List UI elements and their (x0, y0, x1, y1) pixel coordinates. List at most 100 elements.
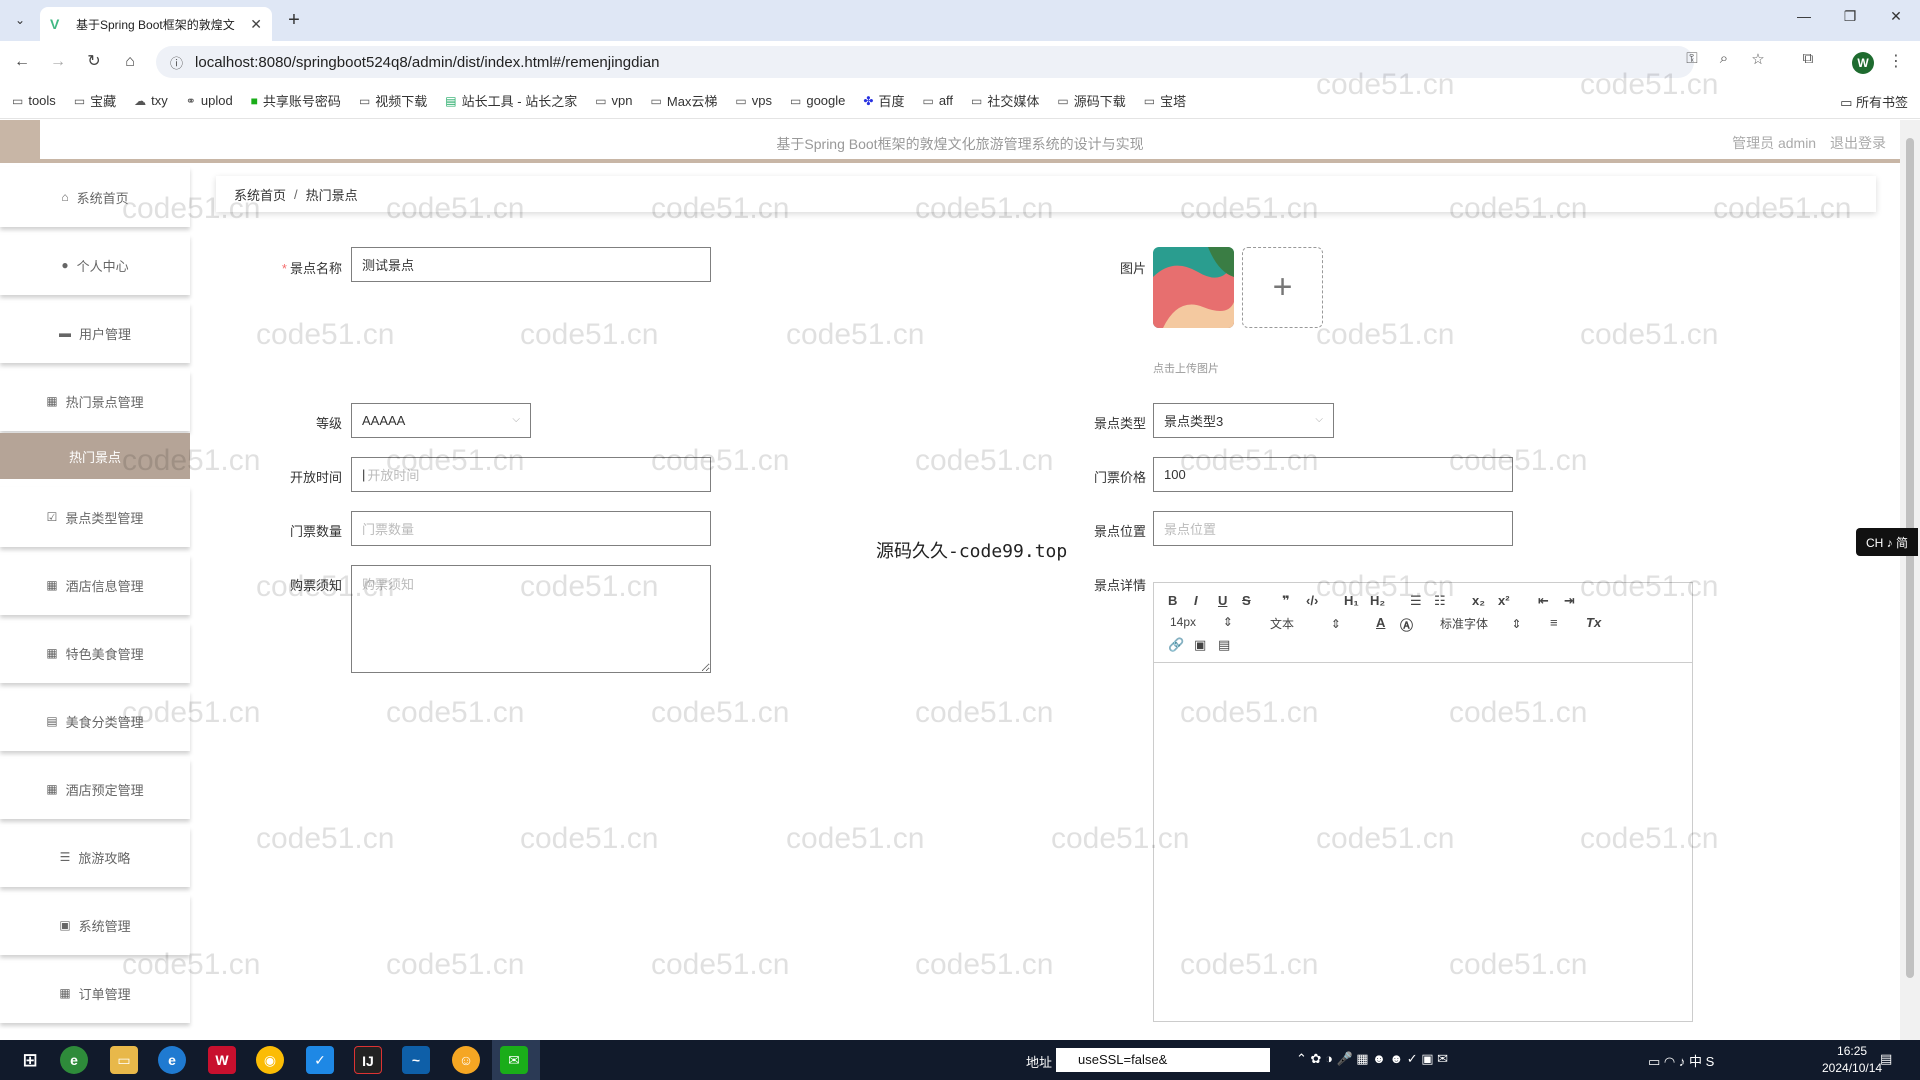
link-icon[interactable]: 🔗 (1168, 637, 1184, 653)
sidebar-item-system[interactable]: ▣ 系统管理 (0, 895, 190, 955)
bookmark-item[interactable]: ✤ 百度 (863, 91, 904, 110)
profile-avatar[interactable]: W (1852, 52, 1874, 74)
breadcrumb-home[interactable]: 系统首页 (234, 185, 286, 204)
home-page-icon[interactable]: ⌂ (118, 50, 142, 74)
ticket-qty-input[interactable]: 门票数量 (351, 511, 711, 546)
bookmark-item[interactable]: ▭ 宝塔 (1144, 91, 1186, 110)
bookmark-item[interactable]: ▭ vps (735, 93, 772, 108)
font-family-select[interactable]: 标准字体 ⇕ (1440, 615, 1521, 632)
tab-close-icon[interactable]: ✕ (250, 16, 262, 33)
quote-icon[interactable]: ❞ (1282, 593, 1290, 609)
system-clock[interactable]: 16:25 2024/10/14 (1822, 1043, 1882, 1077)
tray-icons[interactable]: ⌃ ✿ ◑ 🎤 ▦ ☻ ☻ ✓ ▣ ✉ (1296, 1051, 1448, 1067)
sidebar-item-profile[interactable]: ● 个人中心 (0, 235, 190, 295)
subscript-icon[interactable]: x₂ (1472, 593, 1485, 608)
sidebar-item-food-categories[interactable]: ▤ 美食分类管理 (0, 691, 190, 751)
restore-icon[interactable]: ❐ (1838, 8, 1862, 25)
open-time-input[interactable]: | 开放时间 (351, 457, 711, 492)
ime-indicator[interactable]: CH ♪ 简 (1856, 528, 1918, 556)
extensions-icon[interactable]: ⧉ (1796, 50, 1820, 67)
bookmark-item[interactable]: ▭ 源码下载 (1057, 91, 1125, 110)
browser-menu-icon[interactable]: ⋮ (1888, 51, 1904, 71)
bold-icon[interactable]: B (1168, 593, 1177, 608)
bookmark-item[interactable]: ▭ vpn (595, 93, 632, 108)
code-icon[interactable]: ‹/› (1306, 593, 1318, 608)
clear-format-icon[interactable]: Tx (1586, 615, 1601, 630)
image-icon[interactable]: ▣ (1194, 637, 1206, 653)
sidebar-item-food[interactable]: ▦ 特色美食管理 (0, 623, 190, 683)
sidebar-item-home[interactable]: ⌂ 系统首页 (0, 167, 190, 227)
uploaded-image-thumbnail[interactable] (1153, 247, 1234, 328)
page-scrollbar[interactable] (1900, 120, 1920, 1040)
bookmark-item[interactable]: ▭ aff (922, 93, 953, 108)
sidebar-item-spots-mgmt[interactable]: ▦ 热门景点管理 (0, 371, 190, 431)
wps-icon[interactable]: W (208, 1046, 236, 1074)
omnibox[interactable]: ⓘ localhost:8080/springboot524q8/admin/d… (156, 46, 1694, 78)
wechat-icon[interactable]: ✉ (500, 1046, 528, 1074)
browser-green-icon[interactable]: e (60, 1046, 88, 1074)
header-select[interactable]: 文本 ⇕ (1270, 615, 1341, 632)
browser-tab[interactable]: V 基于Spring Boot框架的敦煌文 ✕ (40, 7, 272, 41)
bookmark-item[interactable]: ▭ 视频下载 (359, 91, 427, 110)
zoom-icon[interactable]: ⌕ (1712, 50, 1736, 67)
notification-icon[interactable]: ▤ (1880, 1051, 1892, 1067)
sidebar-item-users[interactable]: ▬ 用户管理 (0, 303, 190, 363)
bookmark-star-icon[interactable]: ☆ (1746, 50, 1770, 68)
site-info-icon[interactable]: ⓘ (170, 53, 183, 72)
bookmark-item[interactable]: ▭ tools (12, 93, 56, 108)
image-upload-button[interactable]: + (1242, 247, 1323, 328)
close-window-icon[interactable]: ✕ (1884, 8, 1908, 25)
sidebar-item-guides[interactable]: ☰ 旅游攻略 (0, 827, 190, 887)
location-input[interactable]: 景点位置 (1153, 511, 1513, 546)
strike-icon[interactable]: S (1242, 593, 1251, 608)
font-size-select[interactable]: 14px ⇕ (1170, 615, 1233, 629)
bird-app-icon[interactable]: ☺ (452, 1046, 480, 1074)
file-explorer-icon[interactable]: ▭ (110, 1046, 138, 1074)
outdent-icon[interactable]: ⇤ (1538, 593, 1549, 609)
back-icon[interactable]: ← (10, 50, 34, 74)
sidebar-item-hot-spots[interactable]: 热门景点 (0, 433, 190, 479)
align-icon[interactable]: ≡ (1550, 615, 1558, 630)
logout-link[interactable]: 退出登录 (1830, 135, 1886, 151)
vscode-icon[interactable]: ✓ (306, 1046, 334, 1074)
minimize-icon[interactable]: — (1792, 8, 1816, 24)
bookmark-item[interactable]: ☁ txy (134, 93, 168, 108)
ticket-price-input[interactable]: 100 (1153, 457, 1513, 492)
ordered-list-icon[interactable]: ☰ (1410, 593, 1422, 609)
editor-content-area[interactable] (1154, 663, 1692, 1021)
h1-icon[interactable]: H₁ (1344, 593, 1359, 608)
bookmark-item[interactable]: ▭ google (790, 93, 845, 108)
reload-icon[interactable]: ↻ (82, 50, 106, 74)
all-bookmarks[interactable]: ▭ 所有书签 (1840, 92, 1908, 111)
italic-icon[interactable]: I (1194, 593, 1198, 608)
sidebar-item-hotel-booking[interactable]: ▦ 酒店预定管理 (0, 759, 190, 819)
bookmark-item[interactable]: ▤ 站长工具 - 站长之家 (445, 91, 577, 110)
underline-icon[interactable]: U (1218, 593, 1227, 608)
bookmark-item[interactable]: ▭ Max云梯 (651, 91, 718, 110)
intellij-icon[interactable]: IJ (354, 1046, 382, 1074)
edge-icon[interactable]: e (158, 1046, 186, 1074)
sidebar-item-spot-types[interactable]: ☑ 景点类型管理 (0, 487, 190, 547)
scrollbar-thumb[interactable] (1906, 138, 1914, 978)
superscript-icon[interactable]: x² (1498, 593, 1510, 608)
tab-list-icon[interactable]: ⌄ (8, 8, 32, 32)
font-color-icon[interactable]: A (1376, 615, 1385, 630)
bookmark-item[interactable]: ▭ 社交媒体 (971, 91, 1039, 110)
sidebar-item-hotels[interactable]: ▦ 酒店信息管理 (0, 555, 190, 615)
purchase-notice-textarea[interactable] (351, 565, 711, 673)
taskbar-address-input[interactable]: useSSL=false& (1056, 1048, 1270, 1072)
level-select[interactable]: AAAAA ⌵ (351, 403, 531, 438)
spot-name-input[interactable]: 测试景点 (351, 247, 711, 282)
battery-wifi-volume-icons[interactable]: ▭ ◠ ♪ 中 S (1648, 1051, 1714, 1070)
bullet-list-icon[interactable]: ☷ (1434, 593, 1446, 609)
forward-icon[interactable]: → (46, 50, 70, 74)
video-icon[interactable]: ▤ (1218, 637, 1230, 653)
background-color-icon[interactable]: Ⓐ (1400, 615, 1413, 634)
bookmark-item[interactable]: ▭ 宝藏 (74, 91, 116, 110)
bookmark-item[interactable]: ⚭ uplod (186, 93, 233, 108)
chrome-icon[interactable]: ◉ (256, 1046, 284, 1074)
bookmark-item[interactable]: ■ 共享账号密码 (251, 91, 341, 110)
h2-icon[interactable]: H₂ (1370, 593, 1385, 608)
password-key-icon[interactable]: ⚿ (1680, 50, 1704, 67)
sidebar-item-orders[interactable]: ▦ 订单管理 (0, 963, 190, 1023)
